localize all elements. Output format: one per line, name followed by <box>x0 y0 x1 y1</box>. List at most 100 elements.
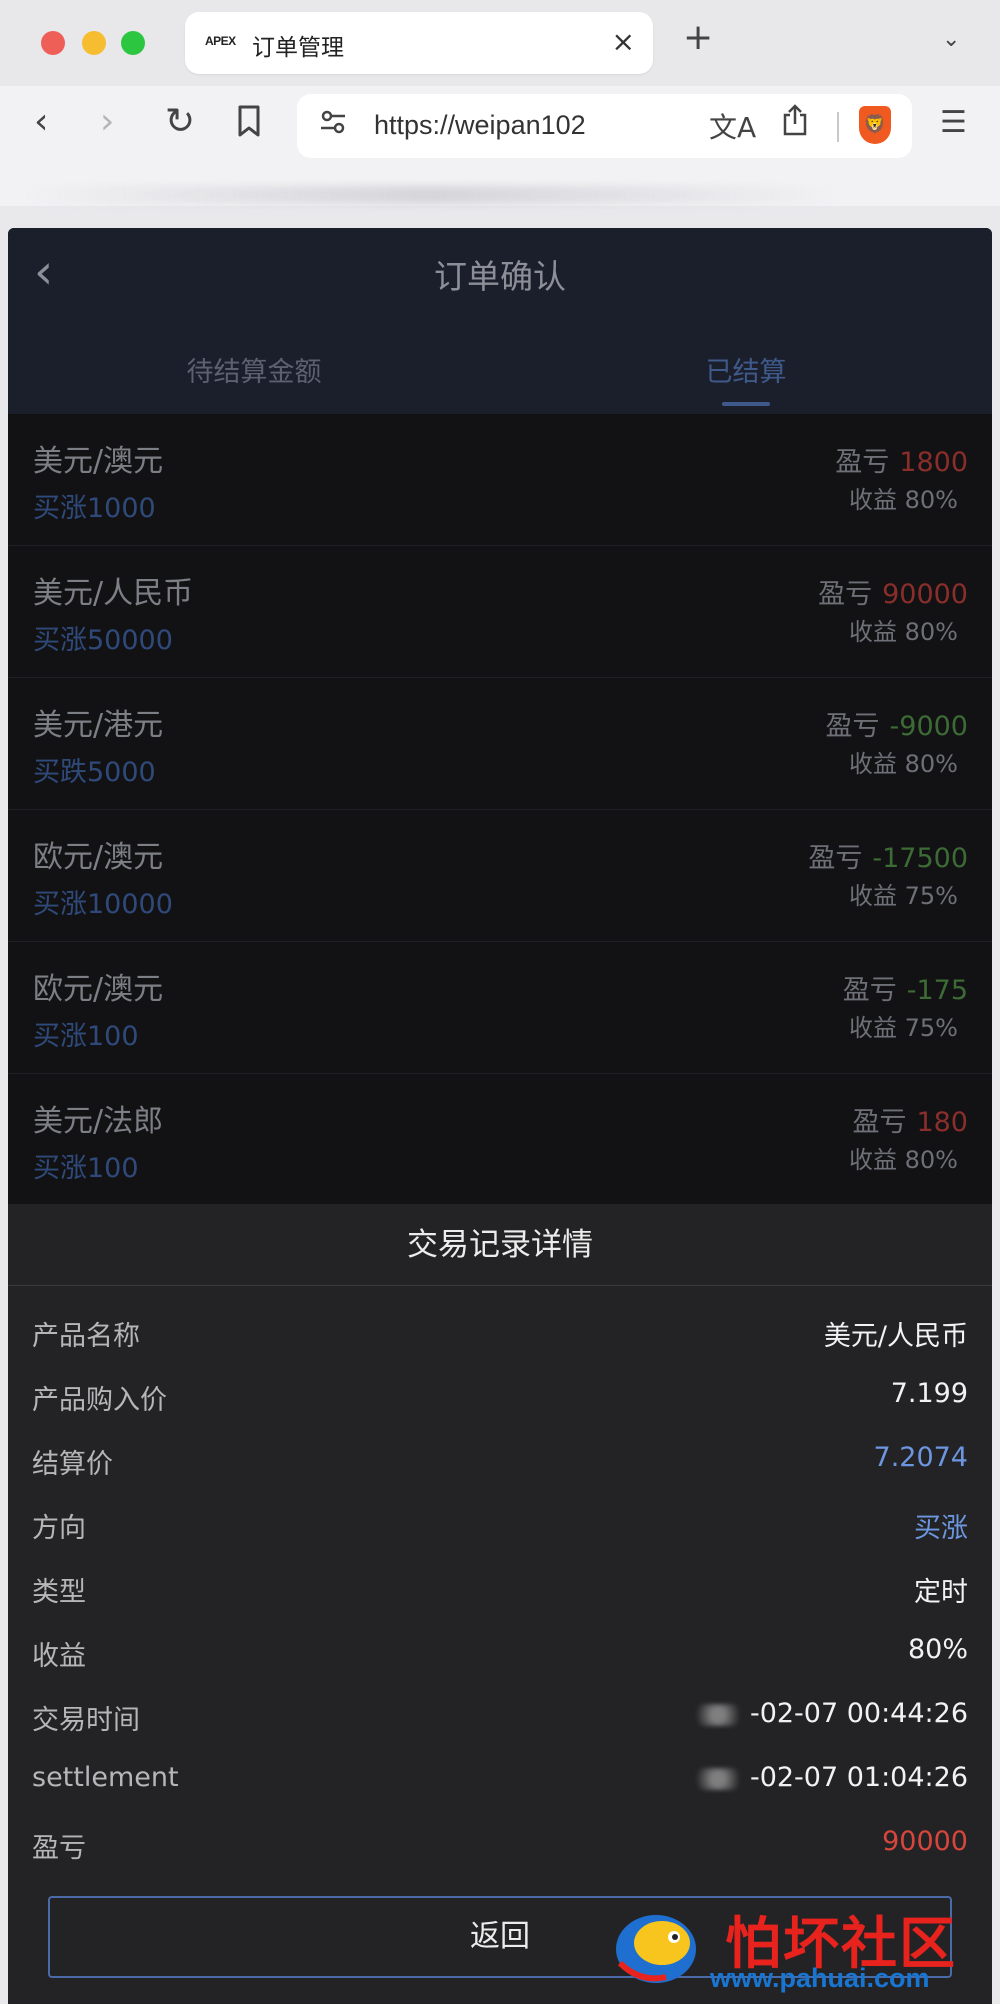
menu-icon[interactable]: ☰ <box>940 108 967 138</box>
detail-row-trade-time: 交易时间 -02-07 00:44:26 <box>8 1688 992 1752</box>
redaction-blur <box>687 1703 748 1726</box>
site-favicon-icon: APEX <box>205 34 236 48</box>
detail-label: 收益 <box>32 1641 86 1672</box>
order-list: 美元/澳元 买涨1000 盈亏 1800 收益 80% 美元/人民币 买涨5000… <box>8 414 992 1206</box>
tab-list-chevron-icon[interactable]: ⌄ <box>942 27 960 52</box>
pnl-value: -17500 <box>872 843 968 874</box>
pnl-label: 盈亏 <box>842 975 897 1006</box>
order-row[interactable]: 美元/人民币 买涨50000 盈亏 90000 收益 80% <box>8 546 992 678</box>
detail-row-yield: 收益 80% <box>8 1624 992 1688</box>
watermark: 怕坏社区 www.pahuai.com <box>610 1895 1000 2004</box>
order-direction: 买涨1000 <box>33 493 156 524</box>
blurred-bookmark-strip <box>20 186 840 204</box>
order-direction: 买涨100 <box>33 1021 139 1052</box>
order-pair: 美元/人民币 <box>33 576 194 611</box>
detail-value: 7.199 <box>890 1378 968 1409</box>
back-icon[interactable]: ‹ <box>34 104 48 140</box>
browser-tab-bar: APEX 订单管理 × + ⌄ <box>0 0 1000 86</box>
order-pnl: 盈亏 1800 <box>835 440 968 479</box>
order-tabs: 待结算金额 已结算 <box>8 350 992 414</box>
pnl-label: 盈亏 <box>808 843 863 874</box>
settlement-time-text: -02-07 01:04:26 <box>749 1762 968 1793</box>
order-yield: 收益 80% <box>849 618 958 646</box>
order-direction: 买涨100 <box>33 1153 139 1184</box>
pnl-label: 盈亏 <box>825 711 880 742</box>
detail-label: 产品购入价 <box>32 1385 167 1416</box>
order-row[interactable]: 美元/法郎 买涨100 盈亏 180 收益 80% <box>8 1074 992 1206</box>
minimize-window-button[interactable] <box>82 31 106 55</box>
bookmark-icon[interactable] <box>236 104 262 145</box>
fish-logo-icon <box>616 1915 696 1983</box>
order-yield: 收益 80% <box>849 486 958 514</box>
pnl-value: -9000 <box>889 711 968 742</box>
detail-label: 产品名称 <box>32 1321 140 1352</box>
pnl-value: -175 <box>906 975 968 1006</box>
detail-value: 80% <box>907 1634 968 1665</box>
watermark-url: www.pahuai.com <box>710 1963 930 1993</box>
order-pair: 美元/澳元 <box>33 444 164 479</box>
detail-row-product-name: 产品名称 美元/人民币 <box>8 1304 992 1368</box>
address-bar[interactable]: https://weipan102 文A 🦁 <box>297 94 912 158</box>
order-pnl: 盈亏 -175 <box>843 968 968 1007</box>
detail-label: 结算价 <box>32 1449 113 1480</box>
detail-row-settlement: settlement -02-07 01:04:26 <box>8 1752 992 1816</box>
pnl-label: 盈亏 <box>835 447 890 478</box>
site-settings-icon[interactable] <box>319 108 347 143</box>
detail-value: 定时 <box>914 1577 968 1608</box>
trade-time-text: -02-07 00:44:26 <box>749 1698 968 1729</box>
order-direction: 买跌5000 <box>33 757 156 788</box>
detail-row-direction: 方向 买涨 <box>8 1496 992 1560</box>
order-pair: 美元/港元 <box>33 708 164 743</box>
new-tab-button[interactable]: + <box>683 20 713 56</box>
trade-detail-modal: 交易记录详情 产品名称 美元/人民币 产品购入价 7.199 结算价 7.207… <box>8 1204 992 2004</box>
tab-settled[interactable]: 已结算 <box>500 350 992 389</box>
redaction-blur <box>687 1767 748 1790</box>
detail-label: settlement <box>32 1762 179 1793</box>
order-row[interactable]: 美元/澳元 买涨1000 盈亏 1800 收益 80% <box>8 414 992 546</box>
order-yield: 收益 75% <box>849 882 958 910</box>
order-yield: 收益 75% <box>849 1014 958 1042</box>
share-icon[interactable] <box>782 104 808 144</box>
detail-row-settle-price: 结算价 7.2074 <box>8 1432 992 1496</box>
detail-value: -02-07 00:44:26 <box>687 1698 968 1729</box>
pnl-label: 盈亏 <box>818 579 873 610</box>
order-direction: 买涨50000 <box>33 625 173 656</box>
pnl-value: 90000 <box>882 579 968 610</box>
order-pnl: 盈亏 -9000 <box>826 704 968 743</box>
order-row[interactable]: 欧元/澳元 买涨10000 盈亏 -17500 收益 75% <box>8 810 992 942</box>
browser-tab[interactable]: APEX 订单管理 × <box>185 12 653 74</box>
detail-row-type: 类型 定时 <box>8 1560 992 1624</box>
close-window-button[interactable] <box>41 31 65 55</box>
detail-row-pnl: 盈亏 90000 <box>8 1816 992 1880</box>
order-direction: 买涨10000 <box>33 889 173 920</box>
app-page: ‹ 订单确认 待结算金额 已结算 美元/澳元 买涨1000 盈亏 1800 收益 … <box>8 228 992 2004</box>
order-pair: 欧元/澳元 <box>33 840 164 875</box>
divider <box>837 112 839 142</box>
forward-icon[interactable]: › <box>100 104 114 140</box>
detail-value: 90000 <box>882 1826 968 1857</box>
detail-label: 类型 <box>32 1577 86 1608</box>
order-yield: 收益 80% <box>849 1146 958 1174</box>
detail-value: -02-07 01:04:26 <box>687 1762 968 1793</box>
detail-value: 7.2074 <box>873 1442 968 1473</box>
detail-label: 方向 <box>32 1513 86 1544</box>
maximize-window-button[interactable] <box>121 31 145 55</box>
brave-shields-icon[interactable]: 🦁 <box>859 106 891 144</box>
page-title: 订单确认 <box>434 257 566 296</box>
detail-value: 买涨 <box>914 1513 968 1544</box>
pnl-label: 盈亏 <box>852 1107 907 1138</box>
tab-pending[interactable]: 待结算金额 <box>8 350 500 389</box>
order-pair: 欧元/澳元 <box>33 972 164 1007</box>
translate-icon[interactable]: 文A <box>709 106 756 146</box>
close-tab-icon[interactable]: × <box>612 25 635 58</box>
order-row[interactable]: 美元/港元 买跌5000 盈亏 -9000 收益 80% <box>8 678 992 810</box>
order-yield: 收益 80% <box>849 750 958 778</box>
url-text[interactable]: https://weipan102 <box>374 110 586 141</box>
order-row[interactable]: 欧元/澳元 买涨100 盈亏 -175 收益 75% <box>8 942 992 1074</box>
reload-icon[interactable]: ↻ <box>165 104 195 140</box>
order-pair: 美元/法郎 <box>33 1104 164 1139</box>
pnl-value: 1800 <box>899 447 968 478</box>
order-pnl: 盈亏 -17500 <box>808 836 968 875</box>
detail-value: 美元/人民币 <box>823 1321 968 1352</box>
order-pnl: 盈亏 180 <box>852 1100 968 1139</box>
